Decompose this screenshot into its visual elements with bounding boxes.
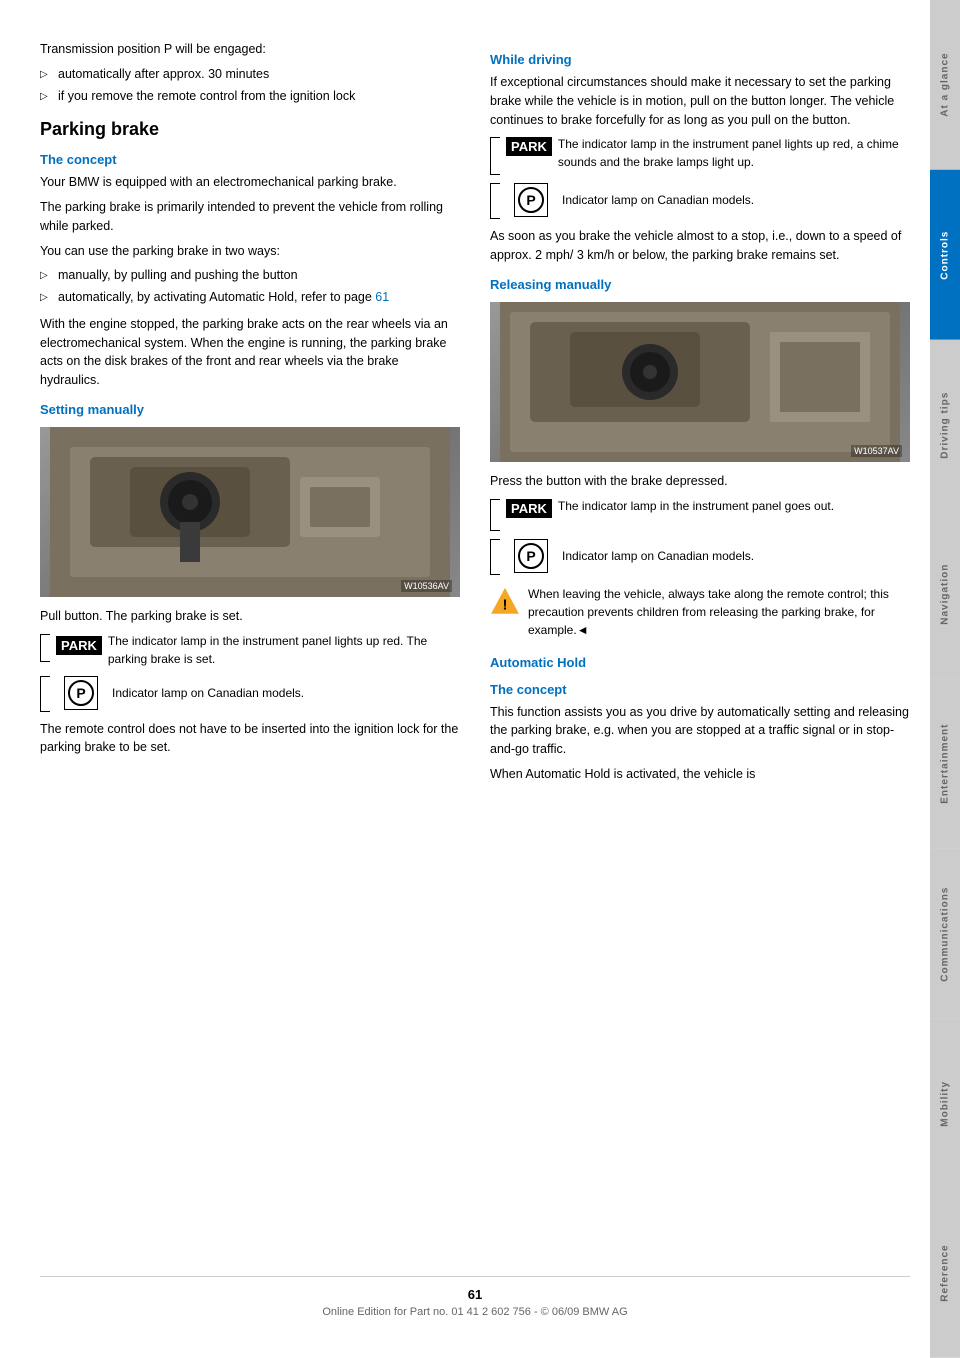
canadian-text-left: Indicator lamp on Canadian models.: [112, 684, 304, 702]
canadian-text-right-2: Indicator lamp on Canadian models.: [562, 547, 754, 565]
warning-triangle-icon: !: [490, 587, 520, 617]
sidebar-item-controls[interactable]: Controls: [930, 170, 960, 340]
setting-manually-subheading: Setting manually: [40, 402, 460, 417]
sidebar-item-navigation[interactable]: Navigation: [930, 509, 960, 679]
sidebar-label-reference: Reference: [940, 1244, 951, 1301]
warning-box: ! When leaving the vehicle, always take …: [490, 585, 910, 639]
p-circle-right-1: P: [514, 183, 548, 217]
page-container: Transmission position P will be engaged:…: [0, 0, 960, 1358]
park-indicator-text-2: The indicator lamp in the instrument pan…: [558, 135, 910, 171]
automatic-hold-para1: This function assists you as you drive b…: [490, 703, 910, 759]
page-number: 61: [40, 1287, 910, 1302]
intro-bullet-2: if you remove the remote control from th…: [40, 87, 460, 106]
sidebar-label-mobility: Mobility: [940, 1080, 951, 1126]
svg-text:!: !: [503, 596, 508, 613]
footer-text: Online Edition for Part no. 01 41 2 602 …: [322, 1306, 627, 1318]
while-driving-para1: If exceptional circumstances should make…: [490, 73, 910, 129]
concept-subheading: The concept: [40, 152, 460, 167]
intro-bullet-1: automatically after approx. 30 minutes: [40, 65, 460, 84]
park-indicator-left: PARK The indicator lamp in the instrumen…: [40, 632, 460, 668]
intro-para: Transmission position P will be engaged:: [40, 40, 460, 59]
canadian-text-right-1: Indicator lamp on Canadian models.: [562, 191, 754, 209]
releasing-manually-subheading: Releasing manually: [490, 277, 910, 292]
automatic-hold-subheading: Automatic Hold: [490, 655, 910, 670]
sidebar-item-communications[interactable]: Communications: [930, 849, 960, 1019]
sidebar-label-navigation: Navigation: [940, 564, 951, 625]
while-driving-subheading: While driving: [490, 52, 910, 67]
park-badge-1: PARK: [56, 636, 102, 655]
sidebar-label-entertainment: Entertainment: [940, 724, 951, 804]
canadian-indicator-right-1: P Indicator lamp on Canadian models.: [490, 181, 910, 219]
canadian-indicator-left: P Indicator lamp on Canadian models.: [40, 674, 460, 712]
park-indicator-text-3: The indicator lamp in the instrument pan…: [558, 497, 834, 515]
sidebar-label-controls: Controls: [940, 230, 951, 279]
releasing-manually-image: W10537AV: [490, 302, 910, 462]
content-columns: Transmission position P will be engaged:…: [40, 40, 910, 1256]
sidebar-item-mobility[interactable]: Mobility: [930, 1019, 960, 1189]
parking-brake-heading: Parking brake: [40, 119, 460, 140]
releasing-para1: Press the button with the brake depresse…: [490, 472, 910, 491]
image-placeholder-right: [490, 302, 910, 462]
setting-para2: The remote control does not have to be i…: [40, 720, 460, 758]
park-badge-2: PARK: [506, 137, 552, 156]
sidebar: At a glance Controls Driving tips Naviga…: [930, 0, 960, 1358]
park-indicator-right-2: PARK The indicator lamp in the instrumen…: [490, 497, 910, 531]
setting-manually-image: W10536AV: [40, 427, 460, 597]
sidebar-item-reference[interactable]: Reference: [930, 1188, 960, 1358]
sidebar-item-at-a-glance[interactable]: At a glance: [930, 0, 960, 170]
image-label-right: W10537AV: [851, 445, 902, 457]
setting-para1: Pull button. The parking brake is set.: [40, 607, 460, 626]
p-circle-left: P: [64, 676, 98, 710]
concept-para3: You can use the parking brake in two way…: [40, 242, 460, 261]
intro-bullets: automatically after approx. 30 minutes i…: [40, 65, 460, 106]
right-column: While driving If exceptional circumstanc…: [490, 40, 910, 1256]
automatic-hold-concept-subheading: The concept: [490, 682, 910, 697]
park-badge-3: PARK: [506, 499, 552, 518]
concept-bullet-1: manually, by pulling and pushing the but…: [40, 266, 460, 285]
concept-para4: With the engine stopped, the parking bra…: [40, 315, 460, 390]
p-circle-right-2: P: [514, 539, 548, 573]
page-inner: Transmission position P will be engaged:…: [0, 0, 930, 1358]
warning-text: When leaving the vehicle, always take al…: [528, 585, 910, 639]
image-placeholder: [40, 427, 460, 597]
sidebar-label-at-a-glance: At a glance: [940, 53, 951, 117]
sidebar-item-driving-tips[interactable]: Driving tips: [930, 340, 960, 510]
page-footer: 61 Online Edition for Part no. 01 41 2 6…: [40, 1276, 910, 1338]
sidebar-label-driving-tips: Driving tips: [940, 391, 951, 458]
page-link[interactable]: 61: [375, 290, 389, 304]
canadian-indicator-right-2: P Indicator lamp on Canadian models.: [490, 537, 910, 575]
park-indicator-right-1: PARK The indicator lamp in the instrumen…: [490, 135, 910, 175]
concept-bullet-2: automatically, by activating Automatic H…: [40, 288, 460, 307]
image-label-left: W10536AV: [401, 580, 452, 592]
concept-para1: Your BMW is equipped with an electromech…: [40, 173, 460, 192]
automatic-hold-para2: When Automatic Hold is activated, the ve…: [490, 765, 910, 784]
concept-para2: The parking brake is primarily intended …: [40, 198, 460, 236]
sidebar-label-communications: Communications: [940, 886, 951, 981]
park-indicator-text-1: The indicator lamp in the instrument pan…: [108, 632, 460, 668]
sidebar-item-entertainment[interactable]: Entertainment: [930, 679, 960, 849]
while-driving-para2: As soon as you brake the vehicle almost …: [490, 227, 910, 265]
concept-bullets: manually, by pulling and pushing the but…: [40, 266, 460, 307]
left-column: Transmission position P will be engaged:…: [40, 40, 460, 1256]
